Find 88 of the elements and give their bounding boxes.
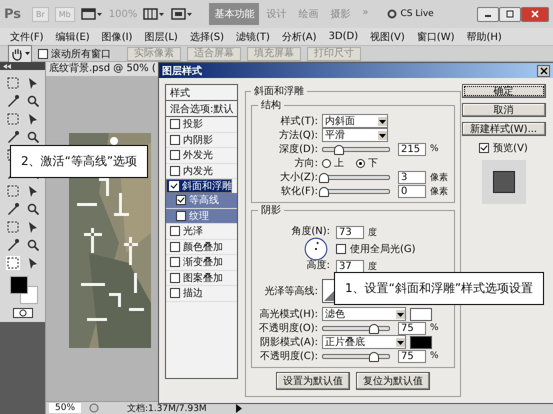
default-button[interactable]: 设置为默认值 [276, 372, 350, 390]
callout-tooltip: 1、设置“斜面和浮雕”样式选项设置 [334, 272, 544, 305]
style-label: 光泽 [183, 224, 203, 238]
group-title: 结构 [260, 98, 282, 112]
angle-field[interactable]: 73 [336, 226, 364, 238]
new-style-button[interactable]: 新建样式(W)... [462, 122, 546, 136]
style-label: 斜面和浮雕 [182, 180, 232, 193]
style-list-item[interactable]: 等高线 [166, 193, 237, 208]
style-list-item[interactable]: 图案叠加 [166, 270, 237, 286]
menu-item[interactable]: 帮助(H) [460, 30, 508, 44]
style-dropdown[interactable]: 内斜面 [322, 114, 388, 128]
style-label: 描边 [183, 286, 203, 300]
menu-item[interactable]: 分析(A) [276, 30, 323, 44]
field-label: 软化(F): [280, 185, 318, 198]
style-list-item[interactable]: 渐变叠加 [166, 255, 237, 270]
app-logo: Ps [4, 6, 22, 22]
field-label: 深度(D): [278, 142, 318, 156]
document-tab[interactable]: 底纹背景.psd @ 50% ( [46, 62, 159, 76]
style-label: 纹理 [189, 210, 209, 223]
menu-item[interactable]: 文件(F) [4, 30, 50, 44]
ok-button[interactable]: 确定 [462, 84, 546, 98]
value-field[interactable]: 3 [398, 170, 426, 184]
radio-label: 下 [368, 157, 378, 170]
field-label: 方法(Q): [278, 128, 318, 142]
menu-item[interactable]: 编辑(E) [50, 30, 96, 44]
style-list-item[interactable]: 纹理 [166, 208, 237, 224]
value-field[interactable]: 75 [398, 350, 426, 362]
menu-item[interactable]: 3D(D) [322, 31, 364, 42]
field-label: 方向: [294, 156, 318, 170]
style-list-item[interactable]: 颜色叠加 [166, 240, 237, 255]
field-label: 角度(N): [291, 225, 330, 239]
blend-mode-dropdown[interactable]: 正片叠底 [322, 335, 406, 349]
blend-mode-dropdown[interactable]: 滤色 [322, 307, 406, 321]
style-label: 等高线 [189, 194, 219, 208]
checkbox-label: 使用全局光(G) [350, 242, 416, 256]
field-label: 光泽等高线: [264, 284, 318, 298]
field-label: 阴影模式(A): [258, 336, 318, 349]
altitude-field[interactable]: 37 [336, 260, 364, 272]
menu-item[interactable]: 选择(S) [184, 30, 230, 44]
field-label: 不透明度(O): [258, 322, 318, 335]
checkbox-label: 预览(V) [493, 142, 528, 155]
zoom-field[interactable]: 50% [49, 403, 82, 413]
dialog-title: 图层样式 [162, 64, 202, 78]
style-list-item[interactable]: 外发光 [166, 148, 237, 164]
section-title: 斜面和浮雕 [253, 84, 305, 98]
cs-live-button[interactable]: CS Live [387, 9, 434, 19]
default-button[interactable]: 复位为默认值 [356, 372, 430, 390]
field-label: 大小(Z): [278, 170, 318, 184]
document-size: 文档:1.37M/7.93M [127, 402, 207, 414]
value-field[interactable]: 0 [398, 184, 426, 198]
field-label: 高度: [306, 259, 330, 273]
unit-label: 度 [368, 226, 377, 238]
unit-label: % [430, 351, 439, 361]
value-field[interactable]: 75 [398, 322, 426, 334]
menu-item[interactable]: 视图(V) [364, 30, 411, 44]
value-field[interactable]: 215 [398, 142, 426, 156]
style-label: 颜色叠加 [183, 240, 223, 254]
menu-item[interactable]: 窗口(W) [410, 30, 460, 44]
technique-dropdown[interactable]: 平滑 [322, 128, 388, 142]
style-label: 内发光 [183, 164, 213, 178]
callout-tooltip: 2、激活“等高线”选项 [10, 145, 148, 178]
style-label: 外发光 [183, 148, 213, 162]
field-label: 样式(T): [280, 114, 318, 128]
field-label: 高光模式(H): [258, 308, 318, 321]
radio-label: 上 [334, 156, 344, 170]
style-label: 图案叠加 [183, 272, 223, 285]
field-label: 不透明度(C): [258, 350, 318, 363]
unit-label: 度 [368, 260, 377, 272]
style-list-item[interactable]: 样式 [166, 85, 237, 101]
style-label: 内阴影 [183, 134, 213, 147]
unit-label: 像素 [430, 186, 448, 198]
unit-label: % [430, 144, 439, 154]
group-title: 阴影 [260, 204, 282, 217]
style-label: 渐变叠加 [183, 256, 223, 270]
style-list-item[interactable]: 描边 [166, 286, 237, 302]
style-list-item[interactable]: 内阴影 [166, 132, 237, 148]
cancel-button[interactable]: 取消 [462, 103, 546, 117]
checkbox-label: 滚动所有窗口 [51, 48, 111, 60]
style-list-item[interactable]: 混合选项:默认 [166, 101, 237, 117]
style-list-item[interactable]: 斜面和浮雕 [166, 179, 232, 193]
style-list-item[interactable]: 光泽 [166, 224, 237, 240]
menu-item[interactable]: 滤镜(T) [230, 30, 276, 44]
style-list-item[interactable]: 投影 [166, 117, 237, 132]
menu-item[interactable]: 图像(I) [96, 30, 138, 44]
style-label: 投影 [183, 118, 203, 132]
unit-label: % [430, 323, 439, 333]
unit-label: 像素 [430, 172, 448, 184]
menu-item[interactable]: 图层(L) [138, 30, 184, 44]
